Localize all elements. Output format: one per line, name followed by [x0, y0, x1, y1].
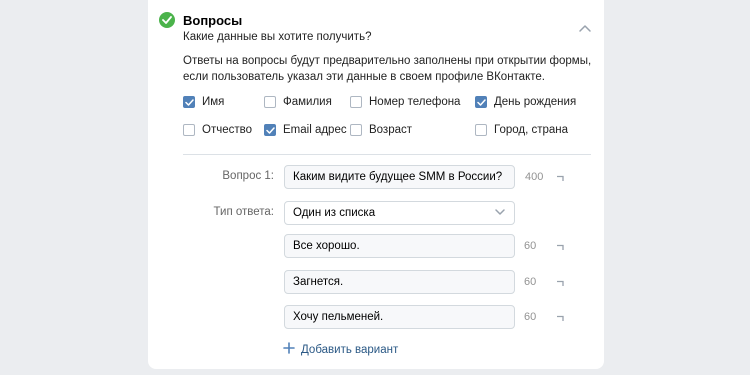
section-divider — [183, 154, 591, 155]
checkbox-city-country[interactable]: Город, страна — [475, 122, 568, 138]
option-char-counter: 60 — [524, 240, 537, 252]
checkbox-label: Email адрес — [283, 124, 347, 136]
corner-arrow-icon[interactable] — [556, 170, 566, 181]
checkbox-box — [350, 124, 362, 136]
checkbox-label: Номер телефона — [369, 96, 461, 108]
checkbox-last-name[interactable]: Фамилия — [264, 94, 332, 110]
checkbox-label: Город, страна — [494, 124, 569, 136]
option-input-1[interactable]: Все хорошо. — [284, 234, 515, 258]
chevron-up-icon[interactable] — [578, 20, 594, 32]
option-input-3[interactable]: Хочу пельменей. — [284, 305, 515, 329]
answer-type-select[interactable]: Один из списка — [284, 201, 515, 225]
option-input-2[interactable]: Загнется. — [284, 270, 515, 294]
answer-type-value: Один из списка — [293, 207, 376, 219]
section-description: Ответы на вопросы будут предварительно з… — [183, 55, 592, 83]
checkbox-patronymic[interactable]: Отчество — [183, 122, 252, 138]
checkbox-phone[interactable]: Номер телефона — [350, 94, 460, 110]
corner-arrow-icon[interactable] — [556, 275, 566, 286]
checkmark-icon — [184, 98, 194, 106]
checkbox-box — [350, 96, 362, 108]
checkbox-box — [183, 96, 195, 108]
answer-type-label: Тип ответа: — [213, 206, 275, 218]
question-input-value: Каким видите будущее SMM в России? — [293, 171, 503, 183]
section-title: Вопросы — [183, 13, 243, 28]
checkbox-box — [264, 124, 276, 136]
checkbox-label: Фамилия — [283, 96, 332, 108]
option-char-counter: 60 — [524, 311, 537, 323]
option-value: Все хорошо. — [293, 240, 360, 252]
chevron-down-icon — [494, 207, 506, 219]
checkbox-box — [475, 96, 487, 108]
checkbox-box — [264, 96, 276, 108]
add-variant-button[interactable]: Добавить вариант — [283, 341, 398, 359]
corner-arrow-icon[interactable] — [556, 310, 566, 321]
success-check-icon — [159, 12, 175, 28]
checkbox-label: Отчество — [202, 124, 252, 136]
question-label: Вопрос 1: — [222, 170, 274, 182]
add-variant-label: Добавить вариант — [301, 344, 399, 356]
checkmark-icon — [476, 98, 486, 106]
checkbox-first-name[interactable]: Имя — [183, 94, 224, 110]
question-input[interactable]: Каким видите будущее SMM в России? — [284, 165, 515, 189]
question-char-counter: 400 — [525, 171, 544, 183]
questions-card: Вопросы Какие данные вы хотите получить?… — [148, 0, 604, 369]
section-subtitle: Какие данные вы хотите получить? — [183, 31, 372, 43]
checkbox-label: Возраст — [369, 124, 413, 136]
option-value: Загнется. — [293, 276, 344, 288]
checkbox-birthday[interactable]: День рождения — [475, 94, 576, 110]
option-value: Хочу пельменей. — [293, 311, 384, 323]
plus-icon — [283, 341, 295, 359]
checkmark-icon — [265, 126, 275, 134]
checkbox-box — [475, 124, 487, 136]
checkbox-label: День рождения — [494, 96, 577, 108]
checkbox-box — [183, 124, 195, 136]
checkbox-age[interactable]: Возраст — [350, 122, 412, 138]
checkbox-label: Имя — [202, 96, 225, 108]
corner-arrow-icon[interactable] — [556, 239, 566, 250]
checkbox-email[interactable]: Email адрес — [264, 122, 347, 138]
option-char-counter: 60 — [524, 276, 537, 288]
